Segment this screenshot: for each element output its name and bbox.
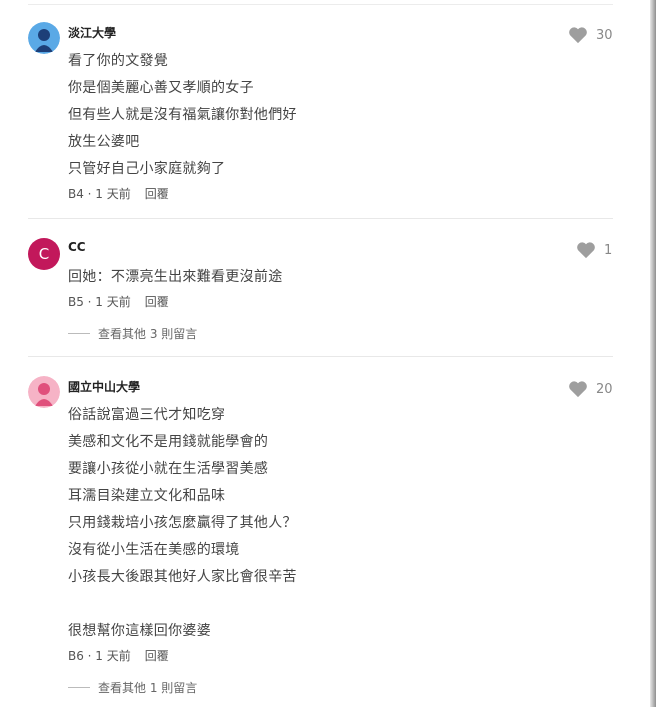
reply-button[interactable]: 回覆 [145,187,169,201]
like-control[interactable]: 30 [568,26,613,44]
comment-text-line: 小孩長大後跟其他好人家比會很辛苦 [68,569,297,585]
like-control[interactable]: 20 [568,380,613,398]
comment-meta: B5 · 1 天前 回覆 [68,293,169,310]
avatar-letter[interactable]: C [28,238,60,270]
top-divider [28,4,613,5]
scrollbar-edge [650,0,656,707]
like-count: 30 [596,27,613,43]
comment-text-line: 但有些人就是沒有福氣讓你對他們好 [68,107,297,123]
heart-icon[interactable] [568,26,588,44]
comment-text-line: 美感和文化不是用錢就能學會的 [68,434,269,450]
comment-divider [28,356,613,357]
comment-divider [28,218,613,219]
reply-button[interactable]: 回覆 [145,649,169,663]
comment-text-line: 只用錢栽培小孩怎麼贏得了其他人？ [68,515,297,531]
like-count: 1 [604,242,613,258]
comment-text-line: 看了你的文發覺 [68,53,169,69]
dash-line [68,687,90,688]
comment-text-line: 只管好自己小家庭就夠了 [68,161,226,177]
like-count: 20 [596,381,613,397]
reply-button[interactable]: 回覆 [145,295,169,309]
comment-text-line: 耳濡目染建立文化和品味 [68,488,226,504]
comment-text-line: 要讓小孩從小就在生活學習美感 [68,461,269,477]
comment-meta: B6 · 1 天前 回覆 [68,647,169,664]
view-more-replies-link[interactable]: 查看其他 1 則留言 [68,679,197,696]
comment-author[interactable]: 國立中山大學 [68,378,140,395]
comment-floor-time: B4 · 1 天前 [68,187,131,201]
avatar-pink-person-icon[interactable] [28,376,60,408]
comment-floor-time: B5 · 1 天前 [68,295,131,309]
comment-meta: B4 · 1 天前 回覆 [68,185,169,202]
avatar-blue-person-icon[interactable] [28,22,60,54]
comment-text-line: 放生公婆吧 [68,134,140,150]
comment-author[interactable]: 淡江大學 [68,24,116,41]
like-control[interactable]: 1 [576,241,612,259]
comment-text-line: 沒有從小生活在美感的環境 [68,542,240,558]
heart-icon[interactable] [568,380,588,398]
dash-line [68,333,90,334]
comment-text-line: 你是個美麗心善又孝順的女子 [68,80,254,96]
comment-text-line: 很想幫你這樣回你婆婆 [68,623,211,639]
comment-text-line: 回她：不漂亮生出來難看更沒前途 [68,269,283,285]
comment-text-line: 俗話說富過三代才知吃穿 [68,407,226,423]
view-more-replies-label: 查看其他 1 則留言 [98,681,198,695]
heart-icon[interactable] [576,241,596,259]
comment-floor-time: B6 · 1 天前 [68,649,131,663]
view-more-replies-link[interactable]: 查看其他 3 則留言 [68,325,197,342]
comment-author[interactable]: CC [68,240,86,254]
view-more-replies-label: 查看其他 3 則留言 [98,327,198,341]
